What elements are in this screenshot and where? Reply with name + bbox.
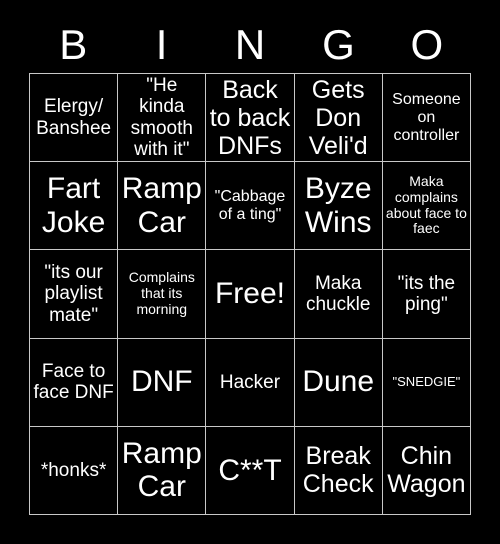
bingo-cell[interactable]: "its the ping" (382, 250, 471, 339)
bingo-cell[interactable]: "its our playlist mate" (30, 250, 119, 339)
header-letter-g: G (322, 20, 355, 68)
bingo-cell-label: *honks* (40, 459, 107, 481)
bingo-card: B I N G O Elergy/ Banshee "He kinda smoot… (0, 0, 500, 544)
bingo-cell-label: Dune (302, 365, 375, 399)
bingo-cell-label: C**T (218, 453, 282, 487)
bingo-cell[interactable]: Gets Don Veli'd (294, 74, 383, 163)
bingo-cell[interactable]: Chin Wagon (382, 426, 471, 515)
bingo-cell[interactable]: Break Check (294, 426, 383, 515)
bingo-cell[interactable]: Dune (294, 338, 383, 427)
bingo-cell-label: Free! (214, 277, 285, 311)
bingo-cell[interactable]: "SNEDGIE" (382, 338, 471, 427)
bingo-grid: Elergy/ Banshee "He kinda smooth with it"… (29, 73, 471, 515)
bingo-cell-label: Face to face DNF (33, 360, 114, 404)
bingo-cell[interactable]: Maka complains about face to faec (382, 162, 471, 251)
bingo-cell-label: Fart Joke (41, 172, 106, 239)
bingo-cell[interactable]: *honks* (30, 426, 119, 515)
bingo-cell[interactable]: Maka chuckle (294, 250, 383, 339)
bingo-cell-label: Break Check (302, 442, 374, 499)
bingo-cell-label: Ramp Car (121, 436, 202, 504)
bingo-cell[interactable]: Back to back DNFs (206, 74, 295, 163)
header-letter-b: B (59, 20, 88, 68)
bingo-cell[interactable]: Hacker (206, 338, 295, 427)
header-letter-n: N (234, 20, 266, 68)
bingo-cell-label: "Cabbage of a ting" (214, 187, 286, 223)
bingo-cell-label: DNF (130, 365, 193, 399)
bingo-cell[interactable]: Elergy/ Banshee (30, 74, 119, 163)
bingo-cell-label: Hacker (219, 371, 281, 393)
bingo-cell-label: Ramp Car (121, 172, 202, 239)
bingo-cell[interactable]: Complains that its morning (118, 250, 207, 339)
bingo-cell-label: Someone on controller (392, 90, 461, 144)
bingo-cell[interactable]: Fart Joke (30, 162, 119, 251)
bingo-cell[interactable]: Someone on controller (382, 74, 471, 163)
bingo-cell-label: Maka complains about face to faec (385, 173, 467, 237)
bingo-cell[interactable]: Free! (206, 250, 295, 339)
bingo-cell-label: Maka chuckle (305, 272, 371, 315)
header-letter-i: I (155, 20, 168, 68)
bingo-cell-label: "He kinda smooth with it" (130, 75, 193, 160)
bingo-cell-label: Gets Don Veli'd (308, 75, 368, 160)
bingo-header: B I N G O (29, 16, 471, 73)
bingo-cell-label: "its the ping" (397, 272, 456, 315)
bingo-cell[interactable]: Byze Wins (294, 162, 383, 251)
bingo-cell[interactable]: Ramp Car (118, 426, 207, 515)
bingo-cell-label: Chin Wagon (387, 442, 466, 499)
bingo-cell[interactable]: "Cabbage of a ting" (206, 162, 295, 251)
bingo-cell-label: Elergy/ Banshee (36, 96, 112, 139)
bingo-cell-label: "SNEDGIE" (392, 373, 461, 389)
bingo-cell[interactable]: DNF (118, 338, 207, 427)
bingo-cell-label: Byze Wins (304, 172, 372, 239)
header-letter-o: O (410, 20, 444, 68)
bingo-cell[interactable]: Face to face DNF (30, 338, 119, 427)
bingo-cell-label: Back to back DNFs (209, 75, 291, 160)
bingo-cell[interactable]: "He kinda smooth with it" (118, 74, 207, 163)
bingo-cell[interactable]: Ramp Car (118, 162, 207, 251)
bingo-cell-label: "its our playlist mate" (44, 262, 103, 326)
bingo-cell-label: Complains that its morning (128, 269, 195, 317)
bingo-cell[interactable]: C**T (206, 426, 295, 515)
